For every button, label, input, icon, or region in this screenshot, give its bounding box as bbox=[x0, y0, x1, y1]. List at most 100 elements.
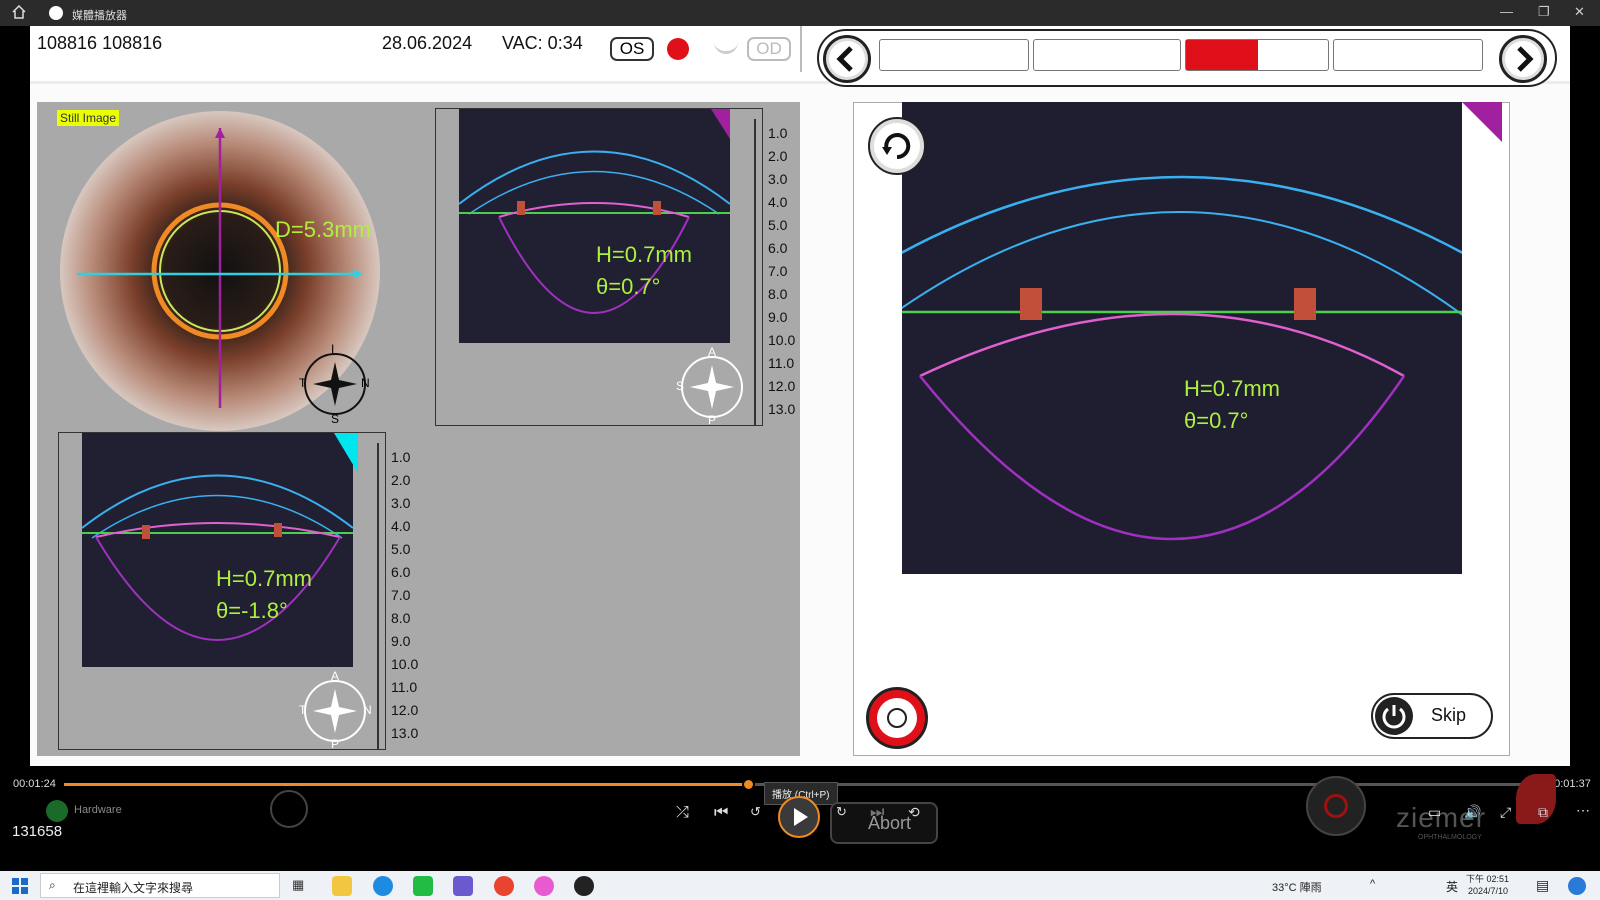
od-eye-button[interactable]: OD bbox=[747, 37, 791, 61]
compass-still-bottom: S bbox=[331, 412, 340, 426]
header-divider bbox=[800, 26, 802, 72]
depth-tick-label: 13.0 bbox=[768, 401, 796, 417]
search-icon: ⌕ bbox=[49, 878, 56, 892]
rewind-10-icon[interactable]: ↺ bbox=[750, 804, 761, 820]
task-view-icon[interactable]: ▦ bbox=[292, 877, 304, 893]
tray-chevron-icon[interactable]: ^ bbox=[1370, 878, 1375, 890]
chrome-browser-icon[interactable] bbox=[494, 876, 514, 896]
power-button-underlay bbox=[1306, 776, 1366, 836]
repeat-off-icon[interactable]: ⟲ bbox=[908, 804, 920, 821]
depth-tick-label: 1.0 bbox=[768, 125, 788, 141]
orientation-compass-top: A S I P bbox=[676, 345, 748, 427]
os-eye-button[interactable]: OS bbox=[610, 37, 654, 61]
rotate-button[interactable] bbox=[868, 117, 926, 175]
shuffle-icon[interactable]: ⤮ bbox=[676, 804, 689, 822]
skip-next-icon[interactable]: ⏭ bbox=[870, 804, 884, 822]
play-icon bbox=[794, 808, 808, 826]
step-progress-fill bbox=[1186, 40, 1258, 70]
scan-marker-magenta-icon bbox=[1462, 102, 1502, 142]
depth-tick-label: 5.0 bbox=[391, 541, 411, 557]
notification-icon[interactable]: ▤ bbox=[1536, 877, 1549, 894]
compass-top-right: I bbox=[740, 379, 744, 393]
depth-tick-label: 9.0 bbox=[391, 633, 411, 649]
restore-icon[interactable]: ❐ bbox=[1538, 4, 1550, 20]
bottom-scan-height: H=0.7mm bbox=[216, 566, 312, 591]
close-icon[interactable]: ✕ bbox=[1574, 4, 1585, 20]
miniplayer-icon[interactable]: ▭ bbox=[1428, 804, 1441, 821]
bottom-scan-measure: H=0.7mm θ=-1.8° bbox=[216, 563, 312, 627]
underlay-button-faded bbox=[270, 790, 308, 828]
forward-30-icon[interactable]: ↻ bbox=[836, 804, 847, 820]
step-segment-1[interactable] bbox=[879, 39, 1029, 71]
play-button[interactable] bbox=[778, 796, 820, 838]
top-scan-height: H=0.7mm bbox=[596, 242, 692, 267]
large-scan-measure: H=0.7mm θ=0.7° bbox=[1184, 373, 1280, 437]
taskbar-search-box[interactable]: ⌕ 在這裡輸入文字來搜尋 bbox=[40, 873, 280, 898]
depth-tick-label: 2.0 bbox=[391, 472, 411, 488]
line-app-icon[interactable] bbox=[413, 876, 433, 896]
compass-still-right: N bbox=[361, 376, 370, 390]
depth-tick-label: 5.0 bbox=[768, 217, 788, 233]
cast-icon[interactable]: ⧉ bbox=[1538, 804, 1548, 821]
media-player-task-icon[interactable] bbox=[574, 876, 594, 896]
orientation-compass-still: I T N S bbox=[299, 342, 371, 426]
windows-start-icon[interactable] bbox=[12, 878, 28, 894]
file-explorer-icon[interactable] bbox=[332, 876, 352, 896]
search-placeholder: 在這裡輸入文字來搜尋 bbox=[73, 881, 194, 895]
home-icon[interactable] bbox=[12, 5, 26, 19]
depth-tick-label: 2.0 bbox=[768, 148, 788, 164]
volume-icon[interactable]: 🔊 bbox=[1464, 804, 1481, 821]
clock-time[interactable]: 下午 02:51 bbox=[1466, 872, 1509, 885]
pupil-diameter-label: D=5.3mm bbox=[275, 217, 371, 242]
bottom-scan-frame: H=0.7mm θ=-1.8° 1.0 2.0 3.0 4.0 5.0 6.0 7.0 8.0… bbox=[58, 432, 418, 751]
capture-button[interactable] bbox=[866, 687, 928, 749]
compass-top-bottom: P bbox=[708, 413, 717, 427]
depth-tick-label: 7.0 bbox=[768, 263, 788, 279]
brand-subtitle: OPHTHALMOLOGY bbox=[1418, 834, 1482, 841]
teams-icon[interactable] bbox=[453, 876, 473, 896]
power-icon bbox=[1375, 697, 1413, 735]
step-segment-3[interactable] bbox=[1185, 39, 1329, 71]
clock-date[interactable]: 2024/7/10 bbox=[1468, 886, 1508, 896]
paint-app-icon[interactable] bbox=[534, 876, 554, 896]
edge-browser-icon[interactable] bbox=[373, 876, 393, 896]
depth-tick-label: 8.0 bbox=[391, 610, 411, 626]
skip-previous-icon[interactable]: ⏮ bbox=[714, 804, 728, 822]
next-step-button[interactable] bbox=[1499, 35, 1547, 83]
ime-indicator[interactable]: 英 bbox=[1446, 878, 1458, 895]
fullscreen-icon[interactable]: ⤢ bbox=[1500, 804, 1511, 821]
seek-progress bbox=[64, 783, 749, 786]
media-player-logo-icon bbox=[49, 6, 63, 20]
seek-thumb[interactable] bbox=[742, 778, 756, 791]
step-segment-4[interactable] bbox=[1333, 39, 1483, 71]
step-segment-2[interactable] bbox=[1033, 39, 1181, 71]
copilot-icon[interactable] bbox=[1568, 877, 1586, 895]
media-player-controls: 00:01:24 00:01:37 131658 Hardware 播放 (Ct… bbox=[0, 766, 1600, 850]
depth-tick-label: 4.0 bbox=[768, 194, 788, 210]
top-scan-frame: H=0.7mm θ=0.7° 1.0 2.0 3.0 4.0 5.0 6.0 7.0 8.0 9… bbox=[435, 108, 795, 427]
more-options-icon[interactable]: ⋯ bbox=[1576, 802, 1590, 819]
skip-button[interactable]: Skip bbox=[1371, 693, 1493, 739]
vac-timer: VAC: 0:34 bbox=[502, 33, 583, 53]
weather-status[interactable]: 33°C 陣雨 bbox=[1272, 879, 1322, 895]
minimize-icon[interactable]: — bbox=[1500, 4, 1513, 19]
depth-tick-label: 12.0 bbox=[768, 378, 796, 394]
right-panel: H=0.7mm θ=0.7° Skip bbox=[853, 102, 1510, 756]
depth-tick-label: 10.0 bbox=[768, 332, 796, 348]
bottom-scale-axis bbox=[377, 443, 379, 749]
bottom-oct-scan-image bbox=[82, 433, 353, 667]
depth-tick-label: 11.0 bbox=[768, 355, 795, 371]
depth-tick-label: 3.0 bbox=[768, 171, 788, 187]
compass-bottom-top: A bbox=[331, 669, 340, 683]
patient-id: 108816 108816 bbox=[37, 33, 163, 53]
frame-counter: 131658 bbox=[12, 823, 63, 840]
depth-tick-label: 9.0 bbox=[768, 309, 788, 325]
compass-top-top: A bbox=[708, 345, 717, 359]
depth-tick-label: 12.0 bbox=[391, 702, 419, 718]
exam-date: 28.06.2024 bbox=[382, 33, 473, 53]
compass-bottom-left: T bbox=[299, 703, 307, 717]
previous-step-button[interactable] bbox=[823, 35, 871, 83]
record-indicator-icon bbox=[667, 38, 689, 60]
large-scan-height: H=0.7mm bbox=[1184, 376, 1280, 401]
capture-icon bbox=[877, 698, 917, 738]
